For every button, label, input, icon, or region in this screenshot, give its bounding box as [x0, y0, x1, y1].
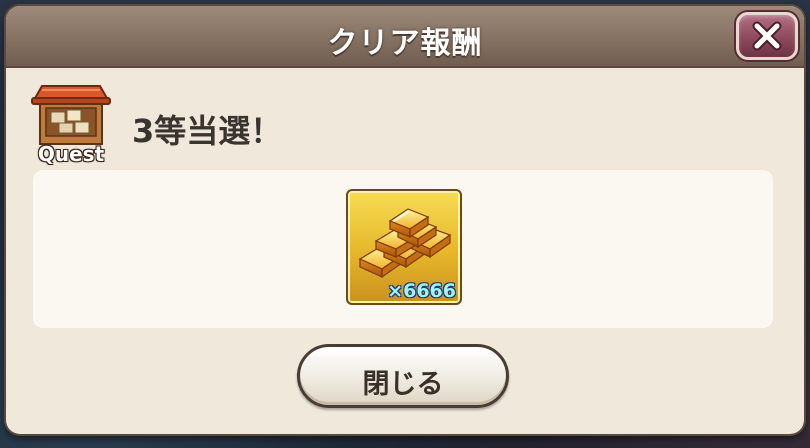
dialog-titlebar: クリア報酬 [6, 6, 804, 68]
close-button[interactable] [736, 12, 798, 60]
result-text: 3等当選！ [132, 112, 283, 150]
reward-dialog: クリア報酬 Quest 3等当選！ ×6666 閉じる [6, 6, 804, 434]
reward-item-tile[interactable]: ×6666 [346, 189, 462, 305]
close-x-icon [752, 21, 782, 51]
quest-shop-icon: Quest [28, 78, 114, 166]
close-dialog-button[interactable]: 閉じる [297, 344, 509, 408]
quest-label: Quest [37, 142, 105, 166]
reward-panel: ×6666 [33, 170, 773, 328]
dialog-title: クリア報酬 [327, 26, 483, 61]
close-dialog-label: 閉じる [362, 369, 444, 400]
gold-bars-icon [358, 208, 452, 279]
reward-count: ×6666 [387, 280, 456, 302]
